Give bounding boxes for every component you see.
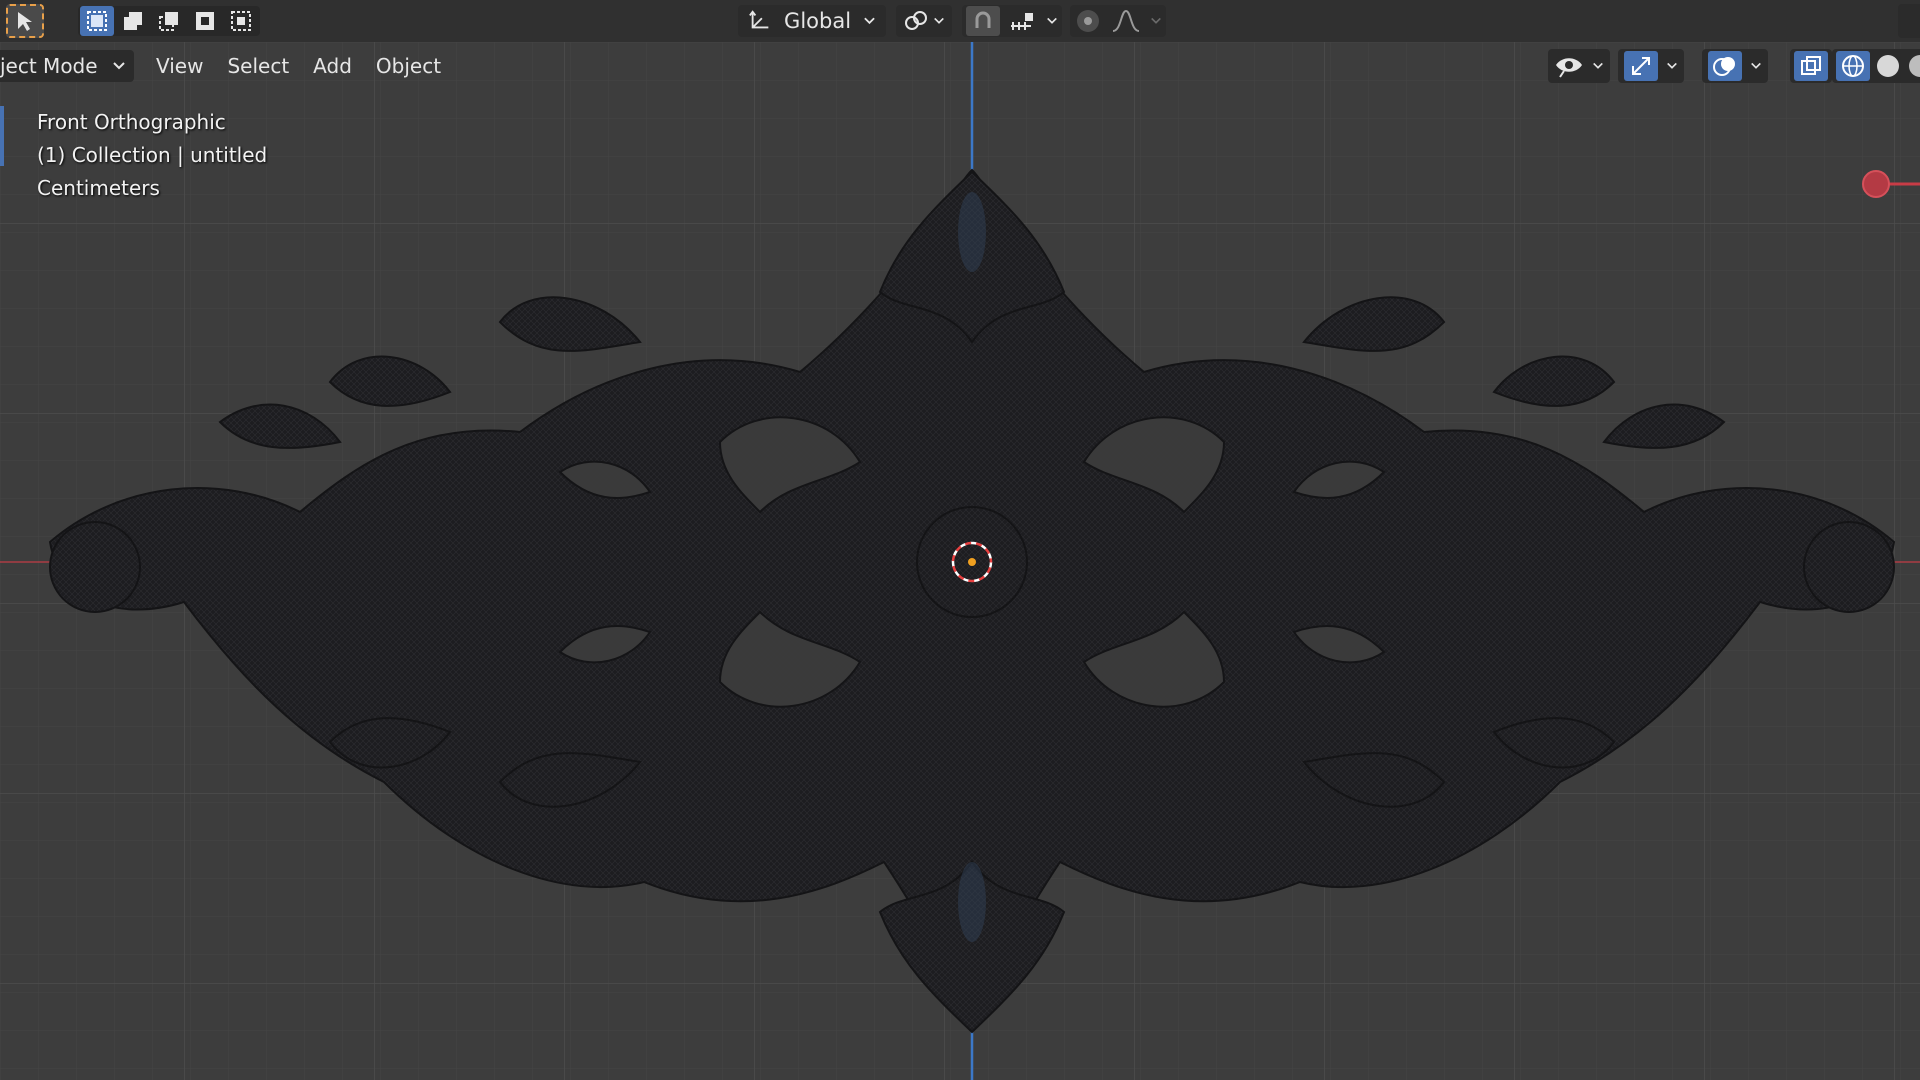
overlays-icon[interactable] xyxy=(1708,51,1742,81)
menu-view[interactable]: View xyxy=(144,50,215,82)
material-preview-icon[interactable] xyxy=(1906,52,1920,80)
tool-header: Global xyxy=(0,0,1920,42)
mode-label: ject Mode xyxy=(0,54,98,78)
xray-toggle[interactable] xyxy=(1790,48,1832,84)
transform-orientation-dropdown[interactable]: Global xyxy=(738,5,886,37)
region-edge-accent xyxy=(0,106,4,166)
snap-magnet-icon[interactable] xyxy=(966,6,1001,36)
xray-icon xyxy=(1794,51,1828,81)
eye-visibility-icon xyxy=(1556,58,1582,78)
selection-mode-group xyxy=(78,6,260,36)
chevron-down-icon xyxy=(1593,62,1603,69)
select-box-cursor-icon[interactable] xyxy=(6,4,44,38)
chevron-down-icon[interactable] xyxy=(1046,16,1058,26)
orientation-label: Global xyxy=(784,9,852,33)
proportional-edit-icon[interactable] xyxy=(1074,7,1102,35)
viewport-info-overlay: Front Orthographic (1) Collection | unti… xyxy=(37,106,267,205)
wireframe-shading-icon[interactable] xyxy=(1836,51,1870,81)
pivot-link-icon xyxy=(905,11,927,30)
proportional-editing-group xyxy=(1070,5,1166,37)
solid-shading-icon[interactable] xyxy=(1874,52,1902,80)
select-intersect-icon[interactable] xyxy=(224,6,258,36)
snapping-group xyxy=(962,5,1062,37)
chevron-down-icon xyxy=(934,17,944,24)
navigation-gizmo-x-handle[interactable] xyxy=(1860,169,1920,199)
chevron-down-icon[interactable] xyxy=(1666,61,1678,71)
select-invert-icon[interactable] xyxy=(188,6,222,36)
menu-object[interactable]: Object xyxy=(364,50,453,82)
gizmo-toggle-group xyxy=(1618,48,1684,84)
visibility-dropdown[interactable] xyxy=(1548,48,1610,84)
3d-viewport[interactable] xyxy=(0,42,1920,1080)
chevron-down-icon xyxy=(113,62,125,70)
chevron-down-icon xyxy=(864,17,875,25)
unit-system: Centimeters xyxy=(37,176,160,200)
menu-select[interactable]: Select xyxy=(215,50,301,82)
chevron-down-icon[interactable] xyxy=(1750,61,1762,71)
orientation-axes-icon xyxy=(749,10,769,29)
options-button[interactable] xyxy=(1898,4,1920,38)
snap-increment-icon[interactable] xyxy=(1009,10,1037,32)
gizmo-toggle-icon[interactable] xyxy=(1624,51,1658,81)
menu-add[interactable]: Add xyxy=(301,50,364,82)
object-origin xyxy=(968,558,976,566)
overlay-toggle-group xyxy=(1702,48,1768,84)
view-name: Front Orthographic xyxy=(37,110,226,134)
shading-mode-group xyxy=(1832,48,1920,84)
select-extend-icon[interactable] xyxy=(116,6,150,36)
viewport-canvas[interactable] xyxy=(0,42,1920,1080)
pivot-point-dropdown[interactable] xyxy=(896,5,952,37)
interaction-mode-dropdown[interactable]: ject Mode xyxy=(0,50,134,82)
chevron-down-icon[interactable] xyxy=(1150,16,1162,26)
select-new-icon[interactable] xyxy=(80,6,114,36)
falloff-curve-icon[interactable] xyxy=(1111,9,1141,33)
viewport-header: ject Mode View Select Add Object xyxy=(0,46,453,86)
collection-info: (1) Collection | untitled xyxy=(37,143,268,167)
select-subtract-icon[interactable] xyxy=(152,6,186,36)
